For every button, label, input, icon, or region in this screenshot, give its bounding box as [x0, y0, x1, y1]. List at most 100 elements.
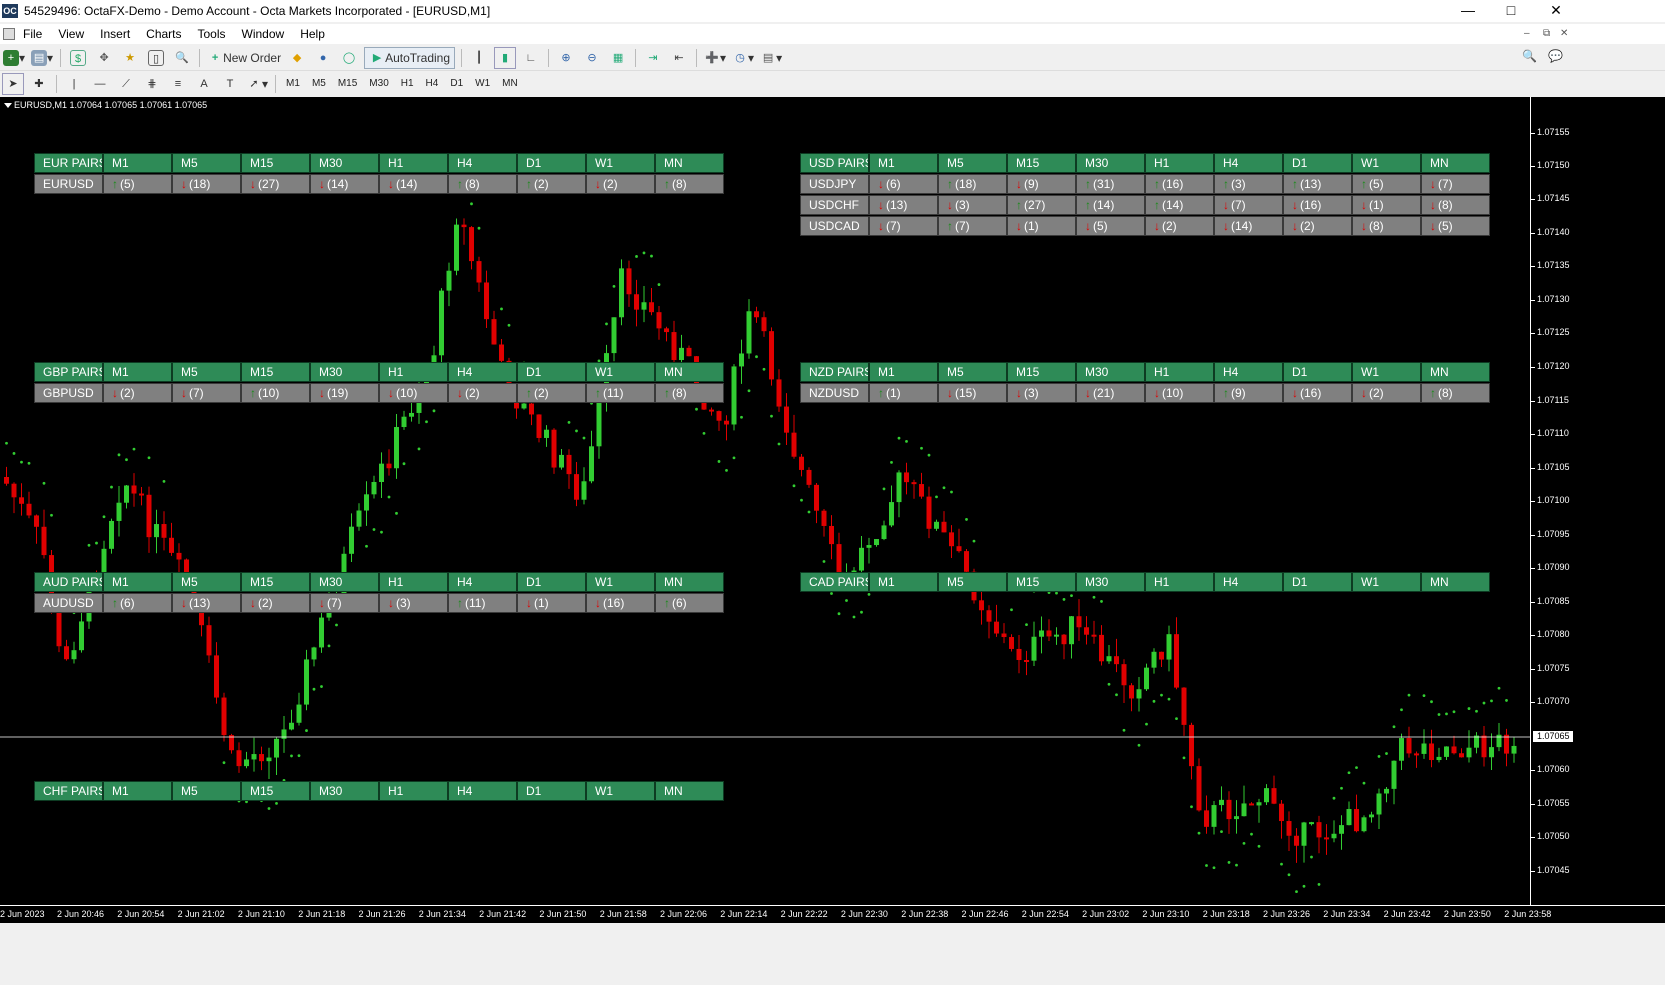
arrow-up-icon: ↑ [664, 177, 670, 191]
candle-body [1406, 738, 1412, 754]
panel-tf-m30: M30 [310, 153, 379, 173]
candle-body [799, 456, 804, 470]
timeframe-m15[interactable]: M15 [332, 75, 363, 93]
sar-dot [162, 480, 166, 483]
trend-cell: ↓ (7) [172, 383, 241, 403]
menu-charts[interactable]: Charts [138, 24, 189, 44]
bar-chart-icon[interactable]: ┃ [468, 47, 490, 69]
autoscroll-icon[interactable]: ⇥ [642, 47, 664, 69]
arrows-icon[interactable]: ➚ ▾ [245, 73, 269, 95]
pair-name: AUDUSD [34, 593, 103, 613]
time-label: 2 Jun 22:38 [901, 909, 949, 919]
mdi-restore-icon[interactable]: ⧉ [1543, 28, 1550, 39]
price-tick [1531, 635, 1535, 636]
candle-body [1069, 616, 1074, 645]
candle-body [304, 659, 309, 705]
autotrading-button[interactable]: ▶ AutoTrading [364, 46, 456, 69]
chart-shift-icon[interactable]: ⇤ [668, 47, 690, 69]
menu-insert[interactable]: Insert [92, 24, 138, 44]
channel-icon[interactable]: ⋕ [141, 73, 163, 95]
crosshair-icon[interactable]: ✚ [28, 73, 50, 95]
terminal-icon[interactable]: ▯ [145, 47, 167, 69]
candle-body [1181, 687, 1187, 725]
price-label: 1.07045 [1537, 865, 1570, 875]
line-chart-icon[interactable]: ∟ [520, 47, 542, 69]
menu-bar: File View Insert Charts Tools Window Help – ⧉ … [0, 24, 1665, 44]
timeframe-h4[interactable]: H4 [420, 75, 445, 93]
maximize-icon[interactable]: □ [1488, 0, 1534, 22]
zoom-in-icon[interactable]: ⊕ [555, 47, 577, 69]
minimize-icon[interactable]: — [1445, 0, 1491, 22]
candle-body [1399, 738, 1404, 761]
sar-dot [380, 530, 383, 534]
sar-dot [500, 307, 503, 311]
new-chart-icon[interactable]: + ▾ [2, 47, 26, 69]
horizontal-line-icon[interactable]: — [89, 73, 111, 95]
arrow-down-icon: ↓ [1292, 386, 1298, 400]
menu-tools[interactable]: Tools [190, 24, 234, 44]
search-icon[interactable]: 🔍 [1522, 49, 1537, 63]
candle-body [1121, 664, 1127, 686]
candle-body [679, 347, 684, 361]
chart-window-icon[interactable] [3, 28, 15, 40]
menu-window[interactable]: Window [234, 24, 293, 44]
market-watch-icon[interactable]: $ [67, 47, 89, 69]
candle-body [1046, 630, 1052, 637]
panel-tf-m5: M5 [172, 781, 241, 801]
time-label: 2 Jun 21:42 [479, 909, 527, 919]
panel-tf-m5: M5 [938, 572, 1007, 592]
candlestick-icon[interactable]: ▮ [494, 46, 517, 69]
timeframe-d1[interactable]: D1 [444, 75, 469, 93]
sar-dot [1190, 805, 1193, 809]
metaeditor-icon[interactable]: ◆ [286, 47, 308, 69]
navigator-icon[interactable]: ★ [119, 47, 141, 69]
periods-icon[interactable]: ◷ ▾ [731, 47, 755, 69]
text-icon[interactable]: A [193, 73, 215, 95]
time-label: 2 Jun 22:06 [660, 909, 708, 919]
community-icon[interactable]: ◯ [338, 47, 360, 69]
mdi-close-icon[interactable]: ✕ [1560, 28, 1568, 39]
candle-body [784, 406, 789, 433]
new-order-button[interactable]: + New Order [206, 47, 282, 69]
profiles-icon[interactable]: ▤ ▾ [30, 47, 54, 69]
candle-body [274, 738, 279, 758]
cursor-icon[interactable]: ➤ [2, 73, 24, 95]
timeframe-h1[interactable]: H1 [395, 75, 420, 93]
strategy-tester-icon[interactable]: 🔍 [171, 47, 193, 69]
trend-cell: ↑ (8) [1421, 383, 1490, 403]
mdi-minimize-icon[interactable]: – [1524, 28, 1530, 39]
candle-body [1016, 648, 1022, 661]
text-label-icon[interactable]: T [219, 73, 241, 95]
timeframe-m30[interactable]: M30 [363, 75, 394, 93]
candle-body [1429, 743, 1434, 761]
zoom-out-icon[interactable]: ⊖ [581, 47, 603, 69]
candle-body [521, 403, 527, 409]
fibonacci-icon[interactable]: ≡ [167, 73, 189, 95]
close-icon[interactable]: ✕ [1533, 0, 1579, 22]
trendline-icon[interactable]: ⟋ [115, 73, 137, 95]
tile-windows-icon[interactable]: ▦ [607, 47, 629, 69]
chat-icon[interactable]: 💬 [1548, 49, 1563, 63]
indicators-icon[interactable]: ➕ ▾ [703, 47, 727, 69]
vertical-line-icon[interactable]: | [63, 73, 85, 95]
price-scale[interactable]: 1.07155 1.07150 1.07145 1.07140 1.07135 1.071… [1530, 97, 1665, 905]
timeframe-mn[interactable]: MN [496, 75, 524, 93]
candle-body [1151, 651, 1157, 668]
sar-dot [312, 687, 316, 691]
trend-count: (5) [120, 177, 135, 191]
menu-file[interactable]: File [15, 24, 50, 44]
time-scale[interactable]: 2 Jun 2023 2 Jun 20:46 2 Jun 20:54 2 Jun 21… [0, 905, 1665, 923]
candle-body [154, 524, 159, 538]
panel-tf-mn: MN [1421, 153, 1490, 173]
timeframe-m1[interactable]: M1 [280, 75, 306, 93]
sar-dot [1302, 884, 1306, 888]
chart-area[interactable]: EURUSD,M1 1.07064 1.07065 1.07061 1.0706… [0, 97, 1530, 905]
timeframe-m5[interactable]: M5 [306, 75, 332, 93]
sar-dot [852, 615, 856, 619]
menu-view[interactable]: View [50, 24, 92, 44]
signals-icon[interactable]: ● [312, 47, 334, 69]
data-window-icon[interactable]: ✥ [93, 47, 115, 69]
templates-icon[interactable]: ▤ ▾ [759, 47, 783, 69]
timeframe-w1[interactable]: W1 [469, 75, 496, 93]
menu-help[interactable]: Help [292, 24, 333, 44]
